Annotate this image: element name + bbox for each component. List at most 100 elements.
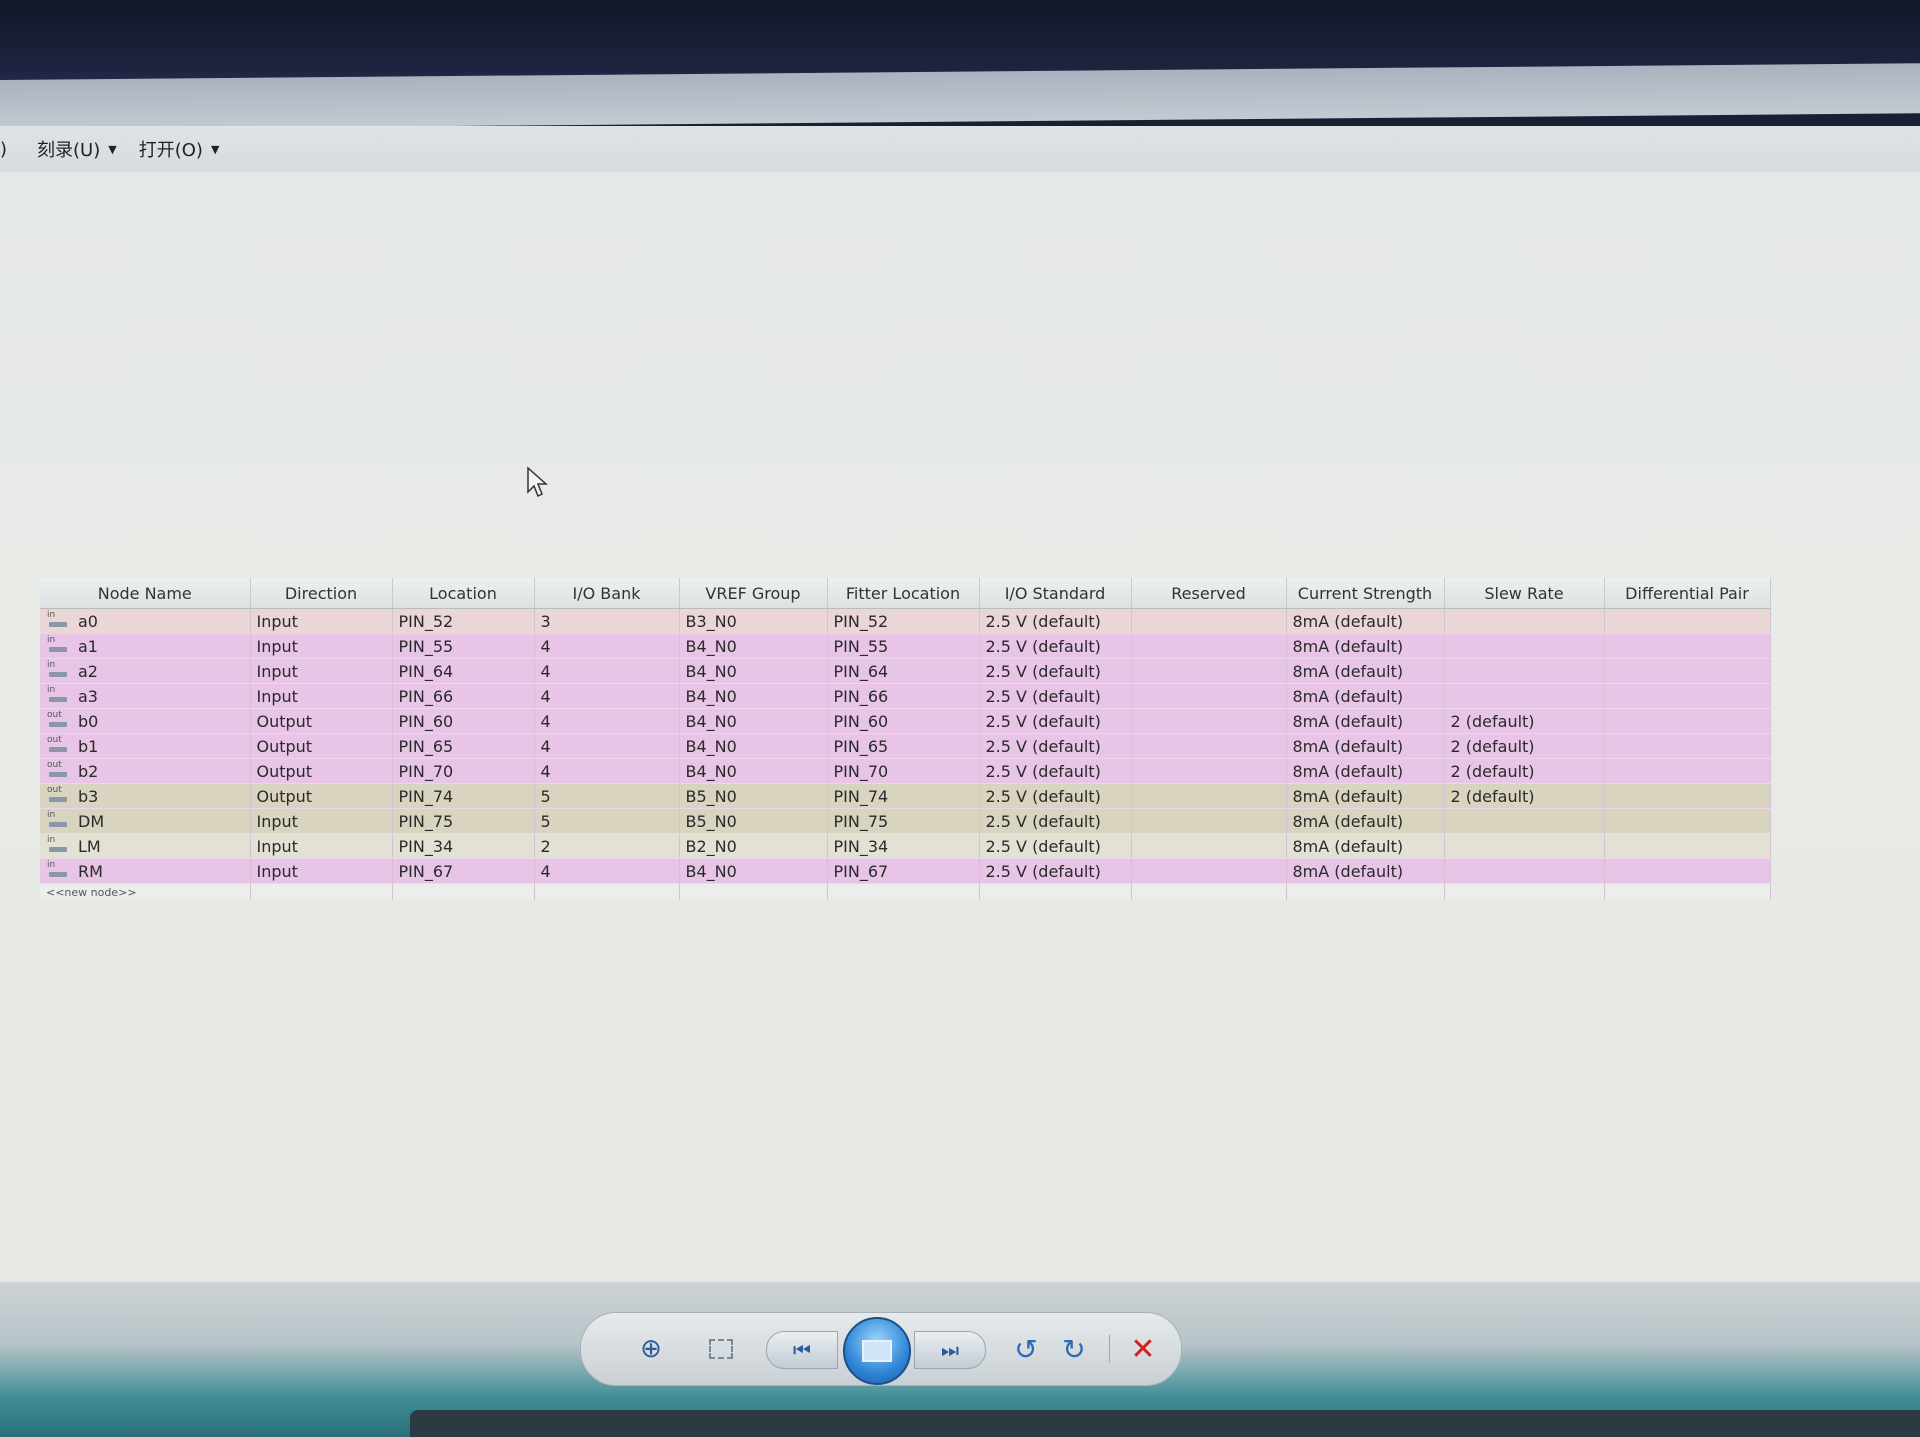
location-cell[interactable]: PIN_74: [392, 783, 535, 809]
column-header[interactable]: I/O Standard: [979, 578, 1132, 609]
column-header[interactable]: Current Strength: [1286, 578, 1445, 609]
vref-group-cell[interactable]: B2_N0: [679, 833, 828, 859]
io-standard-cell[interactable]: 2.5 V (default): [979, 808, 1132, 834]
io-standard-cell[interactable]: 2.5 V (default): [979, 733, 1132, 759]
vref-group-cell[interactable]: B5_N0: [679, 808, 828, 834]
current-strength-cell[interactable]: 8mA (default): [1286, 783, 1445, 809]
table-row[interactable]: out b2 Output PIN_70 4 B4_N0 PIN_70 2.5 V (defa…: [40, 758, 1771, 784]
location-cell[interactable]: PIN_66: [392, 683, 535, 709]
fitter-location-cell[interactable]: PIN_75: [827, 808, 980, 834]
reserved-cell[interactable]: [1131, 783, 1287, 809]
table-row[interactable]: out b0 Output PIN_60 4 B4_N0 PIN_60 2.5 V (defa…: [40, 708, 1771, 734]
current-strength-cell[interactable]: 8mA (default): [1286, 708, 1445, 734]
io-bank-cell[interactable]: 3: [534, 608, 680, 634]
slew-rate-cell[interactable]: 2 (default): [1444, 758, 1605, 784]
direction-cell[interactable]: Input: [250, 658, 393, 684]
io-bank-cell[interactable]: 4: [534, 858, 680, 884]
fitter-location-cell[interactable]: PIN_55: [827, 633, 980, 659]
reserved-cell[interactable]: [1131, 708, 1287, 734]
reserved-cell[interactable]: [1131, 808, 1287, 834]
io-standard-cell[interactable]: 2.5 V (default): [979, 858, 1132, 884]
column-header[interactable]: Slew Rate: [1444, 578, 1605, 609]
differential-pair-cell[interactable]: [1604, 708, 1771, 734]
io-standard-cell[interactable]: 2.5 V (default): [979, 608, 1132, 634]
io-bank-cell[interactable]: 5: [534, 783, 680, 809]
reserved-cell[interactable]: [1131, 733, 1287, 759]
location-cell[interactable]: PIN_60: [392, 708, 535, 734]
io-standard-cell[interactable]: 2.5 V (default): [979, 833, 1132, 859]
rotate-ccw-icon[interactable]: ↺: [1006, 1331, 1046, 1367]
location-cell[interactable]: PIN_67: [392, 858, 535, 884]
node-name-cell[interactable]: in a2: [40, 658, 251, 684]
current-strength-cell[interactable]: 8mA (default): [1286, 833, 1445, 859]
column-header[interactable]: Direction: [250, 578, 393, 609]
fitter-location-cell[interactable]: PIN_52: [827, 608, 980, 634]
slew-rate-cell[interactable]: [1444, 833, 1605, 859]
burn-menu-button[interactable]: 刻录(U) ▼: [37, 136, 117, 162]
table-row[interactable]: in a3 Input PIN_66 4 B4_N0 PIN_66 2.5 V (defaul…: [40, 683, 1771, 709]
io-bank-cell[interactable]: 4: [534, 658, 680, 684]
direction-cell[interactable]: Output: [250, 708, 393, 734]
slideshow-icon[interactable]: [843, 1317, 911, 1385]
zoom-icon[interactable]: ⊕: [621, 1329, 681, 1369]
differential-pair-cell[interactable]: [1604, 683, 1771, 709]
slew-rate-cell[interactable]: [1444, 633, 1605, 659]
current-strength-cell[interactable]: 8mA (default): [1286, 658, 1445, 684]
reserved-cell[interactable]: [1131, 633, 1287, 659]
location-cell[interactable]: PIN_75: [392, 808, 535, 834]
vref-group-cell[interactable]: B3_N0: [679, 608, 828, 634]
column-header[interactable]: Reserved: [1131, 578, 1287, 609]
reserved-cell[interactable]: [1131, 608, 1287, 634]
io-bank-cell[interactable]: 4: [534, 633, 680, 659]
new-node-row[interactable]: <<new node>>: [40, 883, 1771, 900]
node-name-cell[interactable]: out b2: [40, 758, 251, 784]
io-standard-cell[interactable]: 2.5 V (default): [979, 758, 1132, 784]
column-header[interactable]: I/O Bank: [534, 578, 680, 609]
table-row[interactable]: in a2 Input PIN_64 4 B4_N0 PIN_64 2.5 V (defaul…: [40, 658, 1771, 684]
differential-pair-cell[interactable]: [1604, 783, 1771, 809]
location-cell[interactable]: PIN_64: [392, 658, 535, 684]
vref-group-cell[interactable]: B4_N0: [679, 733, 828, 759]
io-standard-cell[interactable]: 2.5 V (default): [979, 708, 1132, 734]
vref-group-cell[interactable]: B4_N0: [679, 633, 828, 659]
reserved-cell[interactable]: [1131, 683, 1287, 709]
open-menu-button[interactable]: 打开(O) ▼: [139, 136, 220, 162]
fitter-location-cell[interactable]: PIN_74: [827, 783, 980, 809]
vref-group-cell[interactable]: B4_N0: [679, 683, 828, 709]
fitter-location-cell[interactable]: PIN_65: [827, 733, 980, 759]
fitter-location-cell[interactable]: PIN_66: [827, 683, 980, 709]
direction-cell[interactable]: Input: [250, 608, 393, 634]
io-bank-cell[interactable]: 4: [534, 758, 680, 784]
node-name-cell[interactable]: in RM: [40, 858, 251, 884]
reserved-cell[interactable]: [1131, 658, 1287, 684]
previous-icon[interactable]: ⏮: [766, 1331, 838, 1369]
direction-cell[interactable]: Output: [250, 783, 393, 809]
column-header[interactable]: VREF Group: [679, 578, 828, 609]
current-strength-cell[interactable]: 8mA (default): [1286, 608, 1445, 634]
table-row[interactable]: in LM Input PIN_34 2 B2_N0 PIN_34 2.5 V (defaul…: [40, 833, 1771, 859]
direction-cell[interactable]: Output: [250, 733, 393, 759]
direction-cell[interactable]: Input: [250, 683, 393, 709]
differential-pair-cell[interactable]: [1604, 858, 1771, 884]
fitter-location-cell[interactable]: PIN_60: [827, 708, 980, 734]
node-name-cell[interactable]: out b3: [40, 783, 251, 809]
column-header[interactable]: Fitter Location: [827, 578, 980, 609]
direction-cell[interactable]: Input: [250, 858, 393, 884]
vref-group-cell[interactable]: B4_N0: [679, 758, 828, 784]
io-bank-cell[interactable]: 4: [534, 708, 680, 734]
current-strength-cell[interactable]: 8mA (default): [1286, 683, 1445, 709]
table-row[interactable]: out b1 Output PIN_65 4 B4_N0 PIN_65 2.5 V (defa…: [40, 733, 1771, 759]
location-cell[interactable]: PIN_52: [392, 608, 535, 634]
slew-rate-cell[interactable]: [1444, 683, 1605, 709]
location-cell[interactable]: PIN_70: [392, 758, 535, 784]
slew-rate-cell[interactable]: [1444, 658, 1605, 684]
column-header[interactable]: Differential Pair: [1604, 578, 1771, 609]
io-standard-cell[interactable]: 2.5 V (default): [979, 783, 1132, 809]
differential-pair-cell[interactable]: [1604, 658, 1771, 684]
node-name-cell[interactable]: in a1: [40, 633, 251, 659]
vref-group-cell[interactable]: B4_N0: [679, 658, 828, 684]
vref-group-cell[interactable]: B4_N0: [679, 858, 828, 884]
io-bank-cell[interactable]: 5: [534, 808, 680, 834]
io-standard-cell[interactable]: 2.5 V (default): [979, 658, 1132, 684]
current-strength-cell[interactable]: 8mA (default): [1286, 633, 1445, 659]
